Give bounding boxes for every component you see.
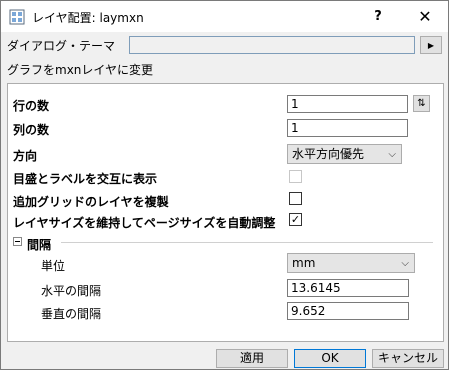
spacing-group-label: 間隔	[27, 238, 52, 252]
direction-label: 方向	[13, 149, 38, 163]
cancel-button[interactable]: キャンセル	[372, 349, 444, 368]
dialog-theme-combo[interactable]	[129, 36, 415, 54]
swap-icon: ⇅	[417, 98, 426, 109]
triangle-right-icon: ▶	[427, 40, 435, 50]
chevron-down-icon: ⌵	[401, 258, 409, 269]
group-divider	[61, 242, 433, 243]
horizontal-gap-input[interactable]: 13.6145	[287, 279, 409, 297]
alternate-ticks-label: 目盛とラベルを交互に表示	[13, 172, 158, 186]
chevron-down-icon: ⌵	[388, 149, 396, 160]
keep-layer-size-label: レイヤサイズを維持してページサイズを自動調整	[13, 216, 276, 230]
app-icon	[9, 9, 25, 25]
horizontal-gap-label: 水平の間隔	[41, 284, 102, 298]
swap-rows-cols-button[interactable]: ⇅	[413, 95, 430, 112]
unit-label: 単位	[41, 259, 66, 273]
description-text: グラフをmxnレイヤに変更	[7, 63, 154, 77]
vertical-gap-input[interactable]: 9.652	[287, 302, 409, 320]
apply-button[interactable]: 適用	[216, 349, 288, 368]
help-button[interactable]: ?	[355, 1, 401, 32]
keep-layer-size-checkbox[interactable]: ✓	[289, 213, 302, 226]
window-title: レイヤ配置: laymxn	[32, 11, 144, 25]
rows-input[interactable]: 1	[287, 95, 408, 113]
cols-input[interactable]: 1	[287, 119, 408, 137]
dialog-theme-menu-button[interactable]: ▶	[420, 36, 442, 54]
duplicate-grid-label: 追加グリッドのレイヤを複製	[13, 195, 169, 209]
cols-label: 列の数	[13, 123, 50, 137]
collapse-icon[interactable]	[13, 237, 22, 246]
unit-value: mm	[292, 256, 316, 270]
dialog-window: レイヤ配置: laymxn ? ✕ ダイアログ・テーマ ▶ グラフをmxnレイヤ…	[0, 0, 449, 370]
ok-button[interactable]: OK	[294, 349, 366, 368]
unit-select[interactable]: mm ⌵	[287, 253, 415, 273]
duplicate-grid-checkbox[interactable]	[289, 192, 302, 205]
title-bar: レイヤ配置: laymxn ? ✕	[1, 1, 448, 32]
vertical-gap-label: 垂直の間隔	[41, 307, 102, 321]
alternate-ticks-checkbox[interactable]	[289, 170, 302, 183]
direction-value: 水平方向優先	[292, 147, 365, 161]
rows-label: 行の数	[13, 99, 50, 113]
direction-select[interactable]: 水平方向優先 ⌵	[287, 144, 402, 164]
close-button[interactable]: ✕	[402, 1, 448, 32]
dialog-theme-label: ダイアログ・テーマ	[7, 39, 116, 53]
checkmark-icon: ✓	[290, 213, 301, 226]
